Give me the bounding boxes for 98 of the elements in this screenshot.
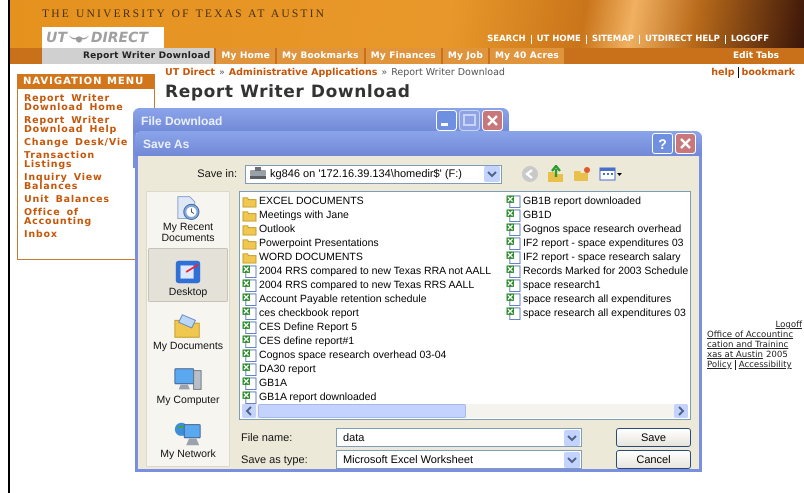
horizontal-scrollbar[interactable] — [242, 404, 688, 418]
header-link[interactable]: LOGOFF — [724, 35, 774, 44]
spreadsheet-icon — [242, 306, 257, 320]
close-button[interactable] — [675, 133, 696, 154]
spreadsheet-icon — [506, 222, 521, 236]
close-button[interactable] — [482, 110, 503, 131]
spreadsheet-icon — [506, 250, 521, 264]
footer-link[interactable]: Policy — [707, 360, 732, 370]
save-as-type-label: Save as type: — [241, 454, 309, 466]
header-link[interactable]: UTDIRECT HELP — [639, 35, 725, 44]
folder-icon — [242, 194, 257, 208]
logoff-link[interactable]: Logoff — [775, 320, 802, 330]
file-item[interactable]: Records Marked for 2003 Schedule — [506, 264, 690, 278]
spreadsheet-icon — [242, 348, 257, 362]
footer-link[interactable]: xas at Austin — [707, 350, 763, 360]
footer-link[interactable]: cation and Traininc — [707, 340, 804, 350]
university-name: THE UNIVERSITY OF TEXAS AT AUSTIN — [42, 7, 328, 20]
spreadsheet-icon — [242, 292, 257, 306]
tab[interactable]: Report Writer Download — [42, 48, 214, 64]
scroll-left-button[interactable] — [242, 404, 256, 418]
back-icon[interactable] — [521, 165, 539, 183]
file-item[interactable]: Outlook — [242, 222, 506, 236]
file-item[interactable]: space research all expenditures — [506, 292, 690, 306]
copyright-year: 2005 — [766, 350, 788, 360]
place-item[interactable]: Desktop — [148, 248, 228, 302]
scroll-right-button[interactable] — [674, 404, 688, 418]
spreadsheet-icon — [242, 334, 257, 348]
folder-icon — [242, 222, 257, 236]
file-item[interactable]: 2004 RRS compared to new Texas RRA not AALL — [242, 264, 506, 278]
spreadsheet-icon — [242, 278, 257, 292]
navigation-title: NAVIGATION MENU — [18, 74, 154, 89]
breadcrumb-separator: » — [218, 67, 225, 78]
spreadsheet-icon — [506, 236, 521, 250]
view-menu-icon[interactable] — [599, 165, 623, 183]
edit-tabs-link[interactable]: Edit Tabs — [733, 48, 779, 64]
file-item[interactable]: GB1A — [242, 376, 506, 390]
spreadsheet-icon — [506, 306, 521, 320]
file-item[interactable]: space research1 — [506, 278, 690, 292]
file-item[interactable]: Cognos space research overhead 03-04 — [242, 348, 506, 362]
spreadsheet-icon — [506, 264, 521, 278]
breadcrumb-link[interactable]: Administrative Applications — [228, 67, 378, 78]
file-item[interactable]: Account Payable retention schedule — [242, 292, 506, 306]
breadcrumb-link[interactable]: UT Direct — [165, 67, 215, 78]
folder-icon — [242, 250, 257, 264]
place-item[interactable]: My Computer — [148, 356, 228, 410]
page-link[interactable]: help — [708, 67, 738, 78]
file-item[interactable]: ces checkbook report — [242, 306, 506, 320]
network-drive-icon — [249, 167, 267, 181]
spreadsheet-icon — [242, 362, 257, 376]
file-item[interactable]: CES Define Report 5 — [242, 320, 506, 334]
file-item[interactable]: Gognos space research overhead — [506, 222, 690, 236]
spreadsheet-icon — [242, 264, 257, 278]
file-item[interactable]: IF2 report - space research salary — [506, 250, 690, 264]
nav-link[interactable]: Report Writer Download Home — [18, 89, 154, 114]
file-item[interactable]: WORD DOCUMENTS — [242, 250, 506, 264]
up-folder-icon[interactable] — [547, 165, 565, 183]
file-item[interactable]: IF2 report - space expenditures 03 — [506, 236, 690, 250]
file-name-field[interactable]: data — [336, 428, 582, 447]
save-button[interactable]: Save — [616, 428, 691, 447]
file-item[interactable]: GB1B report downloaded — [506, 194, 690, 208]
scroll-thumb[interactable] — [258, 404, 466, 418]
spreadsheet-icon — [506, 278, 521, 292]
file-name-label: File name: — [241, 432, 294, 444]
file-item[interactable]: DA30 report — [242, 362, 506, 376]
file-item[interactable]: space research all expenditures 03 — [506, 306, 690, 320]
footer-link[interactable]: Office of Accountinc — [707, 330, 804, 340]
new-folder-icon[interactable] — [573, 165, 591, 183]
spreadsheet-icon — [242, 390, 257, 404]
file-item[interactable]: Powerpoint Presentations — [242, 236, 506, 250]
page-title: Report Writer Download — [165, 81, 412, 102]
window-title: File Download — [141, 114, 222, 128]
file-item[interactable]: 2004 RRS compared to new Texas RRS AALL — [242, 278, 506, 292]
breadcrumb-current: Report Writer Download — [391, 67, 505, 78]
place-item[interactable]: My Recent Documents — [148, 194, 228, 248]
save-in-dropdown[interactable]: kg846 on '172.16.39.134\homedir$' (F:) — [245, 164, 502, 184]
file-item[interactable]: EXCEL DOCUMENTS — [242, 194, 506, 208]
file-type-dropdown[interactable]: Microsoft Excel Worksheet — [336, 450, 582, 469]
spreadsheet-icon — [242, 320, 257, 334]
maximize-button[interactable] — [459, 110, 480, 131]
file-item[interactable]: CES define report#1 — [242, 334, 506, 348]
cancel-button[interactable]: Cancel — [616, 450, 691, 469]
spreadsheet-icon — [506, 194, 521, 208]
breadcrumb-separator: » — [381, 67, 388, 78]
window-title: Save As — [143, 136, 190, 150]
page-link[interactable]: bookmark — [738, 67, 798, 78]
folder-icon — [242, 236, 257, 250]
spreadsheet-icon — [506, 208, 521, 222]
place-item[interactable]: My Network — [148, 410, 228, 464]
file-item[interactable]: GB1D — [506, 208, 690, 222]
folder-icon — [242, 208, 257, 222]
file-item[interactable]: GB1A report downloaded — [242, 390, 506, 404]
place-item[interactable]: My Documents — [148, 302, 228, 356]
save-in-label: Save in: — [196, 168, 237, 180]
file-item[interactable]: Meetings with Jane — [242, 208, 506, 222]
spreadsheet-icon — [506, 292, 521, 306]
spreadsheet-icon — [242, 376, 257, 390]
footer-link[interactable]: Accessibility — [734, 360, 792, 370]
minimize-button[interactable] — [436, 110, 457, 131]
